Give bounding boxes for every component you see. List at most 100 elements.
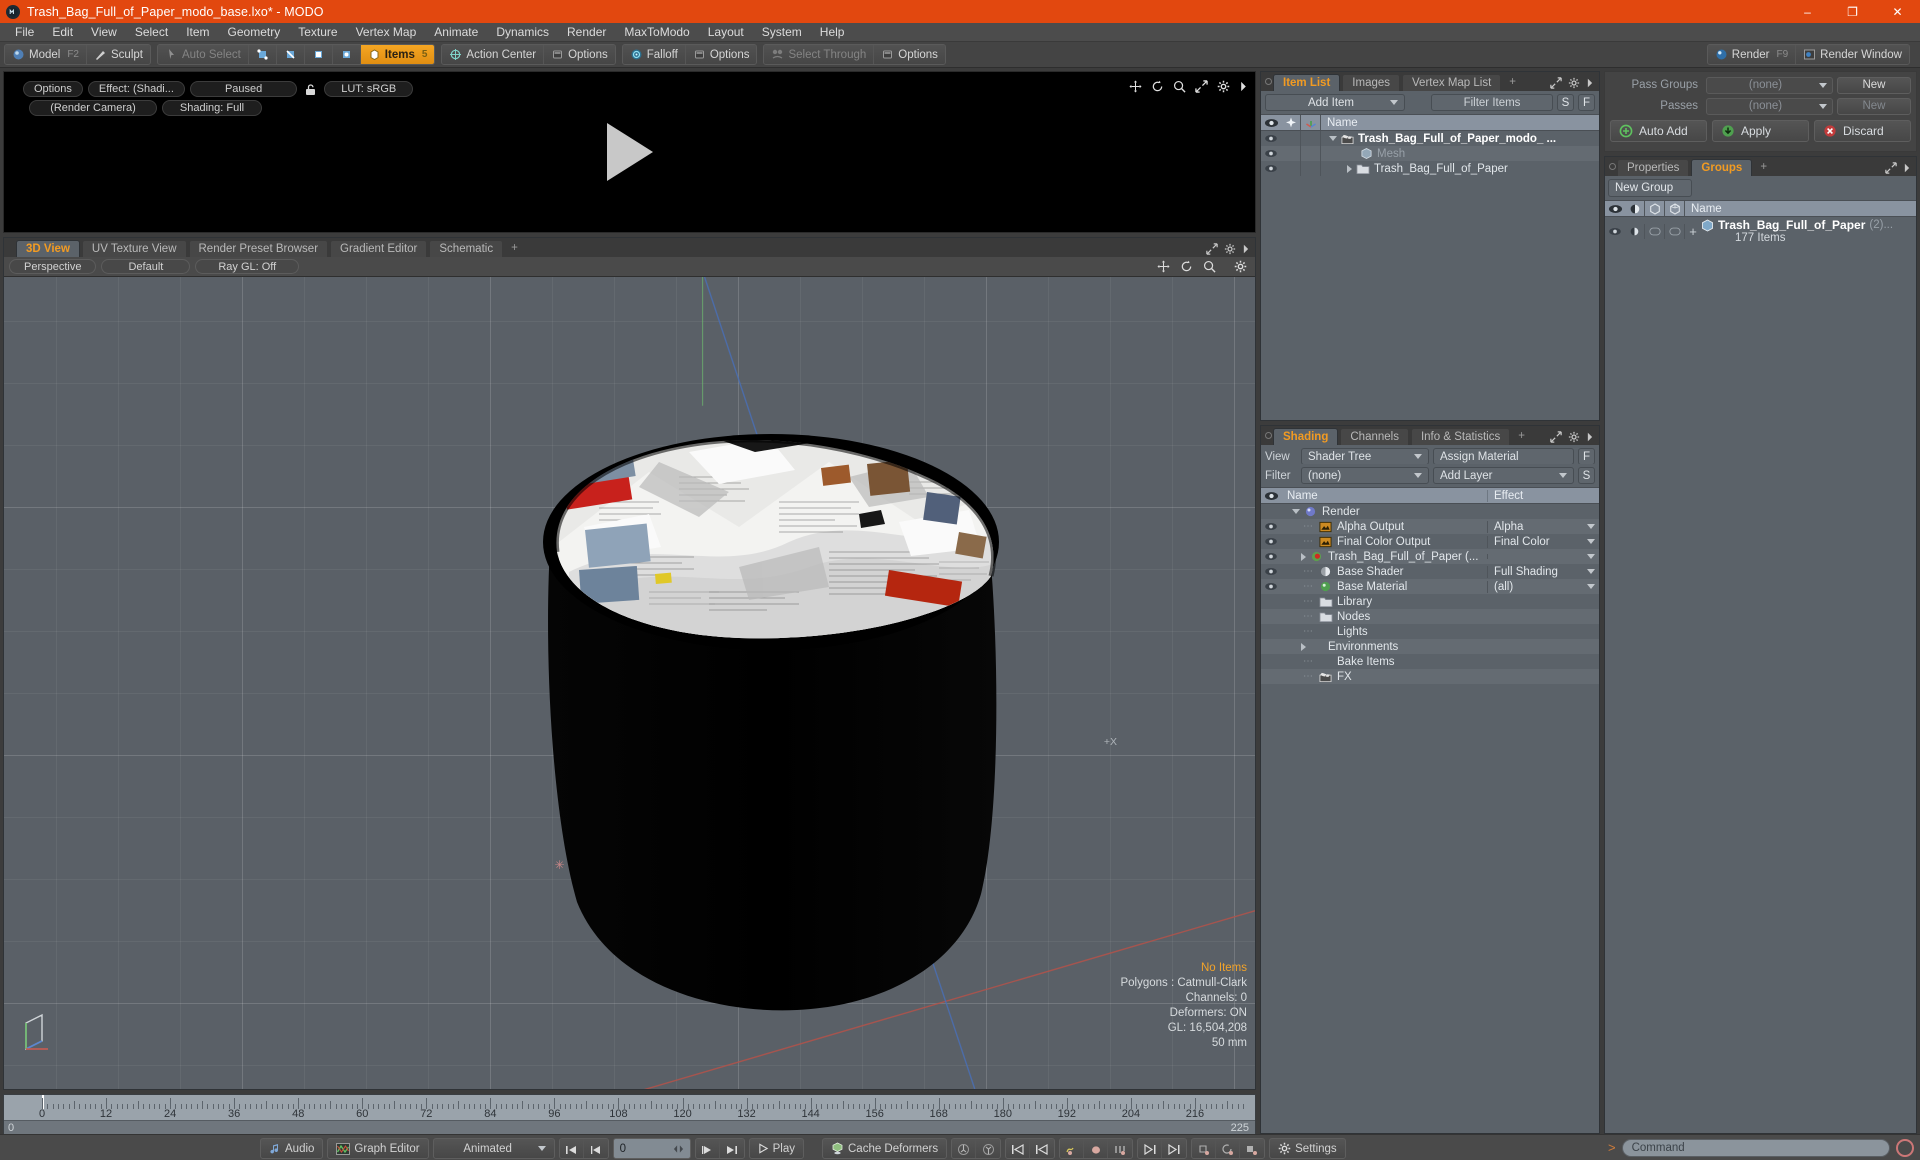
scale-key-icon[interactable] (1240, 1139, 1265, 1158)
auto-add-button[interactable]: Auto Add (1610, 120, 1707, 142)
menu-item-file[interactable]: File (6, 23, 43, 42)
viewport-orientation-gizmo[interactable] (20, 1009, 64, 1053)
groups-list-rows[interactable]: + Trash_Bag_Full_of_Paper (2)... 177 Ite… (1605, 217, 1916, 1133)
frame-stepper-icon[interactable] (673, 1144, 684, 1154)
menu-item-system[interactable]: System (753, 23, 811, 42)
shader-tree-dropdown[interactable]: Shader Tree (1301, 448, 1429, 465)
arrow-right-icon[interactable] (1239, 80, 1248, 93)
group-expand-plus[interactable]: + (1685, 224, 1701, 239)
menu-item-edit[interactable]: Edit (43, 23, 82, 42)
menu-item-view[interactable]: View (82, 23, 126, 42)
preview-lut-button[interactable]: LUT: sRGB (324, 81, 414, 97)
menu-item-select[interactable]: Select (126, 23, 177, 42)
skip-start-icon[interactable] (559, 1139, 584, 1158)
menu-item-render[interactable]: Render (558, 23, 615, 42)
tab-render-preset-browser[interactable]: Render Preset Browser (188, 240, 329, 257)
tab-uv-texture-view[interactable]: UV Texture View (81, 240, 187, 257)
shading-effect-cell[interactable]: Alpha (1487, 520, 1599, 533)
timeline[interactable]: 0 12 24 36 48 60 72 84 96 108 120 132 144 156 168 180 19… (3, 1094, 1256, 1134)
timeline-range-bar[interactable]: 0 225 (4, 1120, 1255, 1134)
command-input[interactable]: Command (1621, 1138, 1890, 1157)
pass-groups-dropdown[interactable]: (none) (1706, 76, 1833, 94)
shading-row[interactable]: ⋯ Base Shader Full Shading (1261, 564, 1599, 579)
tab-shading[interactable]: Shading (1273, 428, 1339, 445)
add-item-dropdown[interactable]: Add Item (1265, 94, 1405, 111)
filter-f-button[interactable]: F (1578, 94, 1595, 111)
preview-shading-button[interactable]: Shading: Full (162, 100, 262, 116)
menu-item-help[interactable]: Help (811, 23, 854, 42)
axis-cell[interactable] (1301, 161, 1321, 176)
timeline-ruler[interactable]: 0 12 24 36 48 60 72 84 96 108 120 132 144 156 168 180 19… (4, 1095, 1255, 1120)
shading-row[interactable]: Environments (1261, 639, 1599, 654)
viewport-perspective-button[interactable]: Perspective (9, 259, 97, 274)
tool-falloff-button[interactable]: Falloff (622, 45, 686, 64)
expand-icon[interactable] (1301, 642, 1306, 651)
tool-polygons-button[interactable] (304, 45, 333, 64)
tab-properties[interactable]: Properties (1617, 159, 1690, 176)
passes-new-button[interactable]: New (1837, 97, 1911, 115)
new-group-button[interactable]: New Group (1608, 179, 1692, 197)
ellipse-key-icon[interactable] (1084, 1139, 1109, 1158)
shading-row[interactable]: ⋯ Lights (1261, 624, 1599, 639)
locator-cell[interactable] (1281, 161, 1301, 176)
tab-3d-view[interactable]: 3D View (16, 240, 80, 257)
shading-s-button[interactable]: S (1578, 467, 1595, 484)
rotate-icon[interactable] (1180, 260, 1193, 273)
arrow-right-icon[interactable] (1242, 243, 1250, 255)
item-list-row[interactable]: Trash_Bag_Full_of_Paper_modo_ ... (1261, 131, 1599, 146)
shade-icon[interactable] (1625, 223, 1645, 239)
fit-icon[interactable] (1195, 80, 1208, 93)
eye-icon[interactable] (1261, 567, 1281, 576)
preview-paused-button[interactable]: Paused (189, 81, 298, 97)
item-key-icon[interactable] (1192, 1139, 1217, 1158)
zoom-icon[interactable] (1203, 260, 1216, 273)
curve-key-icon[interactable] (1060, 1139, 1085, 1158)
tool-sculpt-button[interactable]: Sculpt (87, 45, 150, 64)
tab-vertex-map-list[interactable]: Vertex Map List (1402, 74, 1502, 91)
wire-toggle[interactable] (1645, 223, 1665, 239)
eye-icon[interactable] (1261, 582, 1281, 591)
eye-icon[interactable] (1261, 552, 1281, 561)
preview-options-button[interactable]: Options (23, 81, 83, 97)
item-list-rows[interactable]: Trash_Bag_Full_of_Paper_modo_ ... Mesh Tra… (1261, 131, 1599, 420)
tab-add-tab[interactable]: + (1754, 159, 1773, 176)
shading-effect-cell[interactable]: Final Color (1487, 535, 1599, 548)
preview-viewport[interactable]: Options Effect: (Shadi... Paused LUT: sR… (3, 71, 1256, 233)
graph-editor-button[interactable]: Graph Editor (327, 1138, 429, 1159)
passes-dropdown[interactable]: (none) (1706, 97, 1833, 115)
animated-dropdown[interactable]: Animated (432, 1138, 555, 1159)
step-back-icon[interactable] (583, 1139, 608, 1158)
gear-icon[interactable] (1217, 80, 1230, 93)
expand-icon[interactable] (1550, 431, 1562, 443)
shading-effect-cell[interactable]: (all) (1487, 580, 1599, 593)
eye-icon[interactable] (1605, 227, 1625, 236)
tool-falloff-options-button[interactable]: Options (685, 45, 757, 64)
eye-icon[interactable] (1261, 522, 1281, 531)
move-icon[interactable] (1157, 260, 1170, 273)
unlock-icon[interactable] (302, 82, 319, 97)
falloff-a-icon[interactable] (952, 1139, 977, 1158)
pass-groups-new-button[interactable]: New (1837, 76, 1911, 94)
tool-materials-button[interactable] (332, 45, 361, 64)
shading-row[interactable]: ⋯ FX (1261, 669, 1599, 684)
expand-icon[interactable] (1550, 77, 1562, 89)
tool-model-button[interactable]: Model F2 (5, 45, 87, 64)
tab-schematic[interactable]: Schematic (429, 240, 504, 257)
key-prev-icon[interactable] (1006, 1139, 1031, 1158)
maximize-button[interactable]: ❐ (1830, 0, 1875, 23)
gear-icon[interactable] (1568, 431, 1580, 443)
tool-action-center-button[interactable]: Action Center (442, 45, 545, 64)
tool-select-through-button[interactable]: Select Through (764, 45, 875, 64)
shading-row[interactable]: ⋯ Alpha Output Alpha (1261, 519, 1599, 534)
shading-filter-dropdown[interactable]: (none) (1301, 467, 1429, 484)
tab-add-tab[interactable]: + (505, 240, 524, 257)
settings-button[interactable]: Settings (1269, 1138, 1346, 1159)
arrow-right-icon[interactable] (1586, 431, 1594, 443)
expand-icon[interactable] (1885, 162, 1897, 174)
rotate-icon[interactable] (1151, 80, 1164, 93)
rotate-key-icon[interactable] (1216, 1139, 1241, 1158)
viewport-raygl-button[interactable]: Ray GL: Off (195, 259, 300, 274)
step-forward-icon[interactable] (695, 1139, 720, 1158)
shading-effect-cell[interactable] (1487, 554, 1599, 559)
shading-f-button[interactable]: F (1578, 448, 1595, 465)
